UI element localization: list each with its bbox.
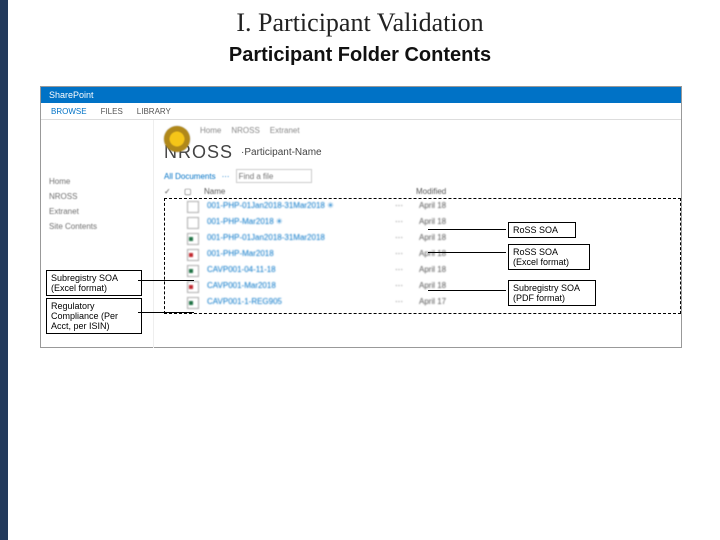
nav-home[interactable]: Home — [49, 174, 149, 189]
nav-nross[interactable]: NROSS — [49, 189, 149, 204]
ribbon-tabs: BROWSE FILES LIBRARY — [41, 103, 681, 120]
sharepoint-brand: SharePoint — [41, 87, 681, 103]
tab-browse[interactable]: BROWSE — [51, 107, 87, 116]
list-item[interactable]: 001-PHP-01Jan2018-31Mar2018···April 18 — [167, 232, 678, 248]
list-item[interactable]: 001-PHP-Mar2018···April 18 — [167, 248, 678, 264]
list-item[interactable]: 001-PHP-01Jan2018-31Mar2018 ✳···April 18 — [167, 200, 678, 216]
view-selector[interactable]: All Documents — [164, 172, 216, 181]
nav-extranet[interactable]: Extranet — [49, 204, 149, 219]
annotation-subregistry-pdf: Subregistry SOA (PDF format) — [508, 280, 596, 306]
list-item[interactable]: CAVP001-Mar2018···April 18 — [167, 280, 678, 296]
list-item[interactable]: 001-PHP-Mar2018 ✳···April 18 — [167, 216, 678, 232]
annotation-regulatory: Regulatory Compliance (Per Acct, per ISI… — [46, 298, 142, 334]
page-title: I. Participant Validation — [0, 0, 720, 38]
annotation-ross-soa-excel: RoSS SOA (Excel format) — [508, 244, 590, 270]
annotation-subregistry-excel: Subregistry SOA (Excel format) — [46, 270, 142, 296]
tab-files[interactable]: FILES — [101, 107, 123, 116]
list-header: ✓ ▢ Name Modified — [164, 185, 681, 198]
list-item[interactable]: CAVP001-1-REG905···April 17 — [167, 296, 678, 312]
tab-library[interactable]: LIBRARY — [137, 107, 171, 116]
library-name: ·Participant-Name — [241, 147, 322, 158]
files-group-box: 001-PHP-01Jan2018-31Mar2018 ✳···April 18… — [164, 198, 681, 314]
annotation-ross-soa: RoSS SOA — [508, 222, 576, 238]
page-subtitle: Participant Folder Contents — [0, 38, 720, 67]
site-logo-icon — [164, 126, 190, 152]
nav-site-contents[interactable]: Site Contents — [49, 219, 149, 234]
breadcrumb: Home NROSS Extranet — [154, 120, 681, 140]
search-input[interactable] — [236, 169, 312, 183]
list-item[interactable]: CAVP001-04-11-18···April 18 — [167, 264, 678, 280]
